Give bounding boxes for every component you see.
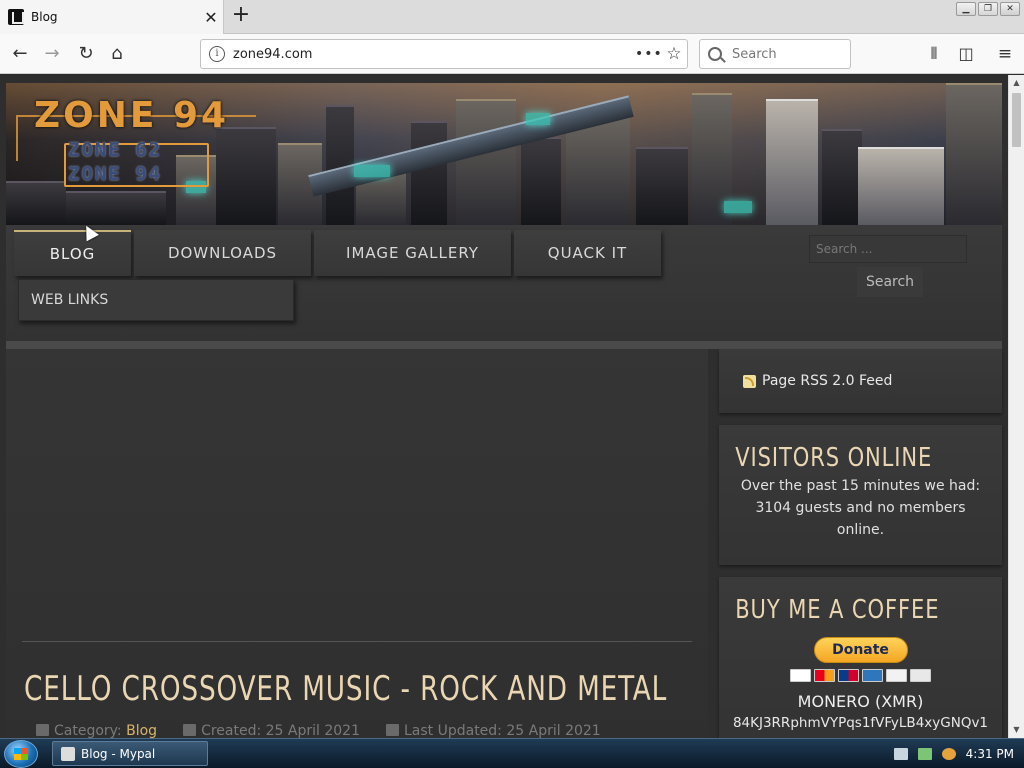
scroll-down-icon[interactable]: ▼ xyxy=(1009,722,1024,738)
category-link[interactable]: Blog xyxy=(126,723,157,738)
start-button[interactable] xyxy=(4,740,38,768)
visa-card-icon xyxy=(790,669,811,682)
article-meta: Category: Blog Created: 25 April 2021 La… xyxy=(36,723,601,738)
tab-blog[interactable]: Blog ✕ xyxy=(0,0,224,34)
new-tab-button[interactable]: + xyxy=(230,4,252,28)
donate-button[interactable]: Donate xyxy=(813,637,908,663)
address-bar[interactable]: i zone94.com ••• ☆ xyxy=(200,39,688,69)
page-actions-icon[interactable]: ••• xyxy=(635,46,662,62)
content-separator xyxy=(22,641,692,642)
coffee-widget: BUY ME A COFFEE Donate MONERO (XMR) 84KJ… xyxy=(719,577,1002,738)
scroll-up-icon[interactable]: ▲ xyxy=(1009,75,1024,91)
header-divider xyxy=(6,341,1002,349)
page-viewport: ZONE 94 ZONE 62 ZONE 94 BLOG DOWNLOADS I… xyxy=(0,75,1008,738)
calendar-icon xyxy=(385,724,399,736)
created-date: Created: 25 April 2021 xyxy=(201,723,360,738)
minimize-button[interactable]: ▁ xyxy=(956,2,976,16)
keyboard-icon[interactable] xyxy=(893,747,908,760)
library-icon[interactable]: ⫴ xyxy=(922,42,946,66)
site-favicon-icon xyxy=(8,9,24,25)
browser-search-input[interactable] xyxy=(732,46,842,62)
menu-item-quack-it[interactable]: QUACK IT xyxy=(514,230,661,276)
coffee-title: BUY ME A COFFEE xyxy=(735,595,940,625)
site-info-icon[interactable]: i xyxy=(209,46,225,62)
site-search-input[interactable]: Search ... xyxy=(809,235,967,263)
site-logo[interactable]: ZONE 94 xyxy=(34,95,229,136)
rss-label[interactable]: Page RSS 2.0 Feed xyxy=(762,373,892,389)
amex-card-icon xyxy=(862,669,883,682)
calendar-icon xyxy=(183,724,197,736)
rss-feed-link[interactable]: Page RSS 2.0 Feed xyxy=(719,349,1002,389)
taskbar-window-item[interactable]: Blog - Mypal xyxy=(52,741,208,766)
close-window-button[interactable]: ✕ xyxy=(1000,2,1020,16)
hamburger-menu-icon[interactable]: ≡ xyxy=(993,42,1017,66)
clock[interactable]: 4:31 PM xyxy=(966,747,1014,761)
mastercard-icon xyxy=(814,669,835,682)
site-banner[interactable]: ZONE 94 ZONE 62 ZONE 94 xyxy=(6,83,1002,225)
menu-item-downloads[interactable]: DOWNLOADS xyxy=(134,230,311,276)
coin-label: MONERO (XMR) xyxy=(797,692,924,711)
search-icon xyxy=(708,47,722,61)
folder-icon xyxy=(36,724,49,736)
network-icon[interactable] xyxy=(917,747,932,760)
main-content: CELLO CROSSOVER MUSIC - ROCK AND METAL C… xyxy=(6,349,708,738)
rss-widget: Page RSS 2.0 Feed xyxy=(719,349,1002,413)
bookmark-star-icon[interactable]: ☆ xyxy=(661,44,687,64)
system-tray: 4:31 PM xyxy=(893,739,1024,768)
nav-toolbar: ← → ↻ ⌂ i zone94.com ••• ☆ ⫴ ◫ ≡ xyxy=(0,34,1024,74)
coin-address[interactable]: 84KJ3RRphmVYPqs1fVFyLB4xyGNQv1 xyxy=(719,715,1002,731)
discover-card-icon xyxy=(886,669,907,682)
menu-item-web-links[interactable]: WEB LINKS xyxy=(18,279,294,321)
updated-date: Last Updated: 25 April 2021 xyxy=(403,723,601,738)
menu-item-image-gallery[interactable]: IMAGE GALLERY xyxy=(314,230,511,276)
forward-arrow-icon[interactable]: → xyxy=(40,42,64,66)
bank-card-icon xyxy=(910,669,931,682)
close-tab-icon[interactable]: ✕ xyxy=(199,8,223,27)
article-updated: Last Updated: 25 April 2021 xyxy=(385,723,601,738)
browser-search-box[interactable] xyxy=(699,39,851,69)
visitors-title: VISITORS ONLINE xyxy=(735,443,933,473)
article-created: Created: 25 April 2021 xyxy=(183,723,360,738)
taskbar: Blog - Mypal 4:31 PM xyxy=(0,738,1024,768)
back-arrow-icon[interactable]: ← xyxy=(8,42,32,66)
rss-icon xyxy=(743,374,756,388)
tab-title: Blog xyxy=(31,10,58,24)
vertical-scrollbar[interactable]: ▲ ▼ xyxy=(1008,75,1024,738)
volume-icon[interactable] xyxy=(941,747,956,760)
article-category: Category: Blog xyxy=(36,723,157,738)
site-search-button[interactable]: Search xyxy=(857,267,923,297)
scroll-thumb[interactable] xyxy=(1012,93,1021,147)
article-title[interactable]: CELLO CROSSOVER MUSIC - ROCK AND METAL xyxy=(24,669,667,709)
logo-subline-1: ZONE 62 xyxy=(68,139,163,161)
window-controls: ▁ ❐ ✕ xyxy=(956,2,1020,16)
taskbar-window-label: Blog - Mypal xyxy=(81,746,156,761)
payment-cards xyxy=(719,669,1002,682)
restore-button[interactable]: ❐ xyxy=(978,2,998,16)
url-text[interactable]: zone94.com xyxy=(233,47,635,62)
home-icon[interactable]: ⌂ xyxy=(105,42,129,66)
browser-app-icon xyxy=(61,746,75,761)
category-label: Category: xyxy=(54,723,122,738)
menu-item-blog[interactable]: BLOG xyxy=(14,230,131,276)
logo-subline-2: ZONE 94 xyxy=(68,163,163,185)
main-navigation: BLOG DOWNLOADS IMAGE GALLERY QUACK IT WE… xyxy=(6,225,1002,341)
visitors-widget: VISITORS ONLINE Over the past 15 minutes… xyxy=(719,425,1002,565)
visitors-text: Over the past 15 minutes we had: 3104 gu… xyxy=(740,478,981,538)
reload-icon[interactable]: ↻ xyxy=(74,42,98,66)
maestro-card-icon xyxy=(838,669,859,682)
tab-bar: Blog ✕ + ▁ ❐ ✕ xyxy=(0,0,1024,34)
sidebar-toggle-icon[interactable]: ◫ xyxy=(954,42,978,66)
